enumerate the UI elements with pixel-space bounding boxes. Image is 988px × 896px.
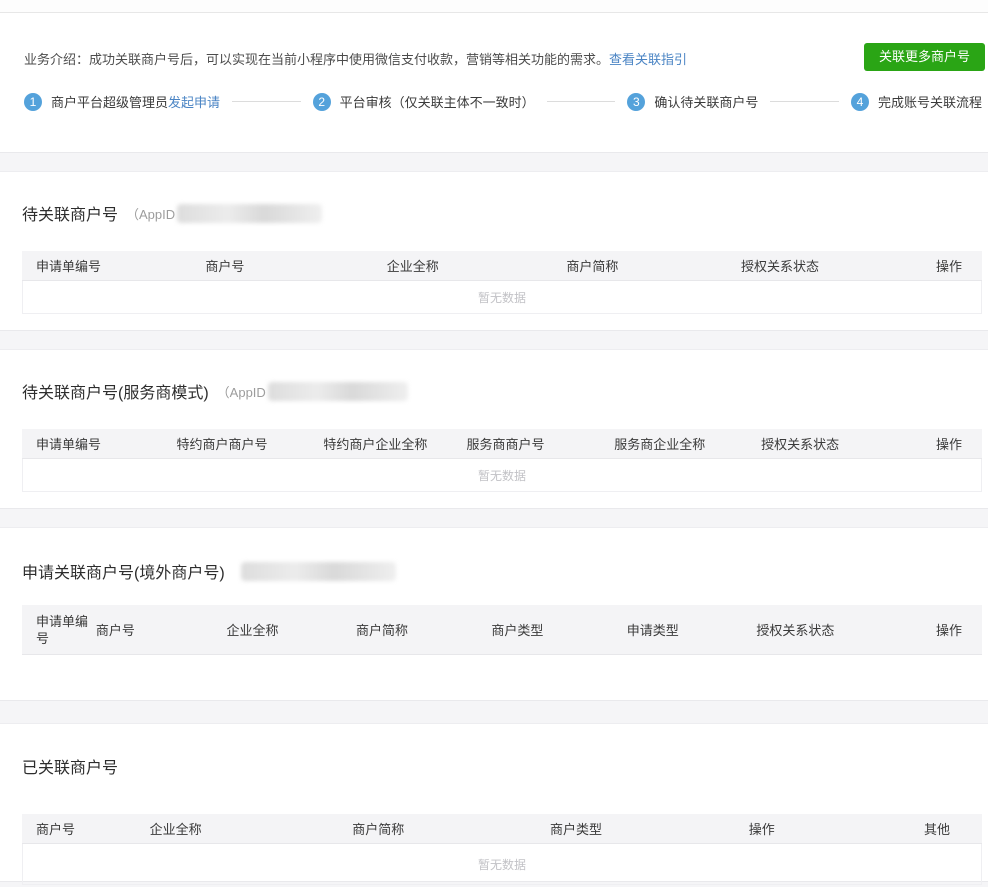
column-header: 企业全称 bbox=[149, 822, 202, 837]
column-header: 操作 bbox=[748, 822, 775, 837]
intro-card: 业务介绍：成功关联商户号后，可以实现在当前小程序中使用微信支付收款，营销等相关功… bbox=[0, 13, 988, 152]
column-header: 商户号 bbox=[95, 623, 135, 638]
column-header: 特约商户商户号 bbox=[176, 437, 268, 452]
business-intro-text: 业务介绍：成功关联商户号后，可以实现在当前小程序中使用微信支付收款，营销等相关功… bbox=[24, 52, 610, 67]
column-header: 授权关系状态 bbox=[761, 437, 840, 452]
step-4-label: 完成账号关联流程 bbox=[877, 95, 982, 110]
empty-state: 暂无数据 bbox=[22, 459, 982, 492]
column-header: 操作 bbox=[935, 259, 962, 274]
step-2: 2 平台审核（仅关联主体不一致时） bbox=[312, 92, 535, 111]
step-1: 1 商户平台超级管理员 发起申请 bbox=[24, 92, 220, 111]
step-connector bbox=[770, 101, 839, 102]
step-3-label: 确认待关联商户号 bbox=[654, 95, 759, 110]
column-header: 商户简称 bbox=[566, 259, 619, 274]
column-header: 申请单编号 bbox=[36, 259, 102, 274]
section-divider bbox=[0, 508, 988, 528]
column-header: 授权关系状态 bbox=[756, 623, 835, 638]
column-header: 申请单编号 bbox=[36, 437, 102, 452]
step-2-badge: 2 bbox=[312, 92, 331, 111]
table-header-row: 申请单编号 特约商户商户号 特约商户企业全称 服务商商户号 服务商企业全称 授权… bbox=[22, 429, 982, 459]
appid-prefix: （AppID bbox=[216, 384, 266, 400]
column-header: 操作 bbox=[935, 623, 962, 638]
column-header: 商户简称 bbox=[352, 822, 405, 837]
column-header: 特约商户企业全称 bbox=[323, 437, 428, 452]
step-3: 3 确认待关联商户号 bbox=[627, 92, 758, 111]
column-header: 商户类型 bbox=[549, 822, 602, 837]
column-header: 商户号 bbox=[205, 259, 245, 274]
column-header: 操作 bbox=[935, 437, 962, 452]
empty-state: 暂无数据 bbox=[22, 281, 982, 314]
step-1-label: 商户平台超级管理员 bbox=[51, 95, 169, 110]
section-title: 已关联商户号 bbox=[22, 760, 119, 777]
appid-prefix: （AppID bbox=[126, 206, 176, 222]
section-divider bbox=[0, 330, 988, 350]
column-header: 服务商商户号 bbox=[466, 437, 545, 452]
step-4: 4 完成账号关联流程 bbox=[850, 92, 982, 111]
business-intro: 业务介绍：成功关联商户号后，可以实现在当前小程序中使用微信支付收款，营销等相关功… bbox=[0, 13, 988, 69]
redacted-appid-blob bbox=[177, 203, 323, 223]
initiate-request-link[interactable]: 发起申请 bbox=[168, 92, 220, 111]
view-guide-link[interactable]: 查看关联指引 bbox=[609, 52, 687, 67]
associate-more-merchants-button[interactable]: 关联更多商户号 bbox=[863, 43, 985, 71]
column-header: 企业全称 bbox=[386, 259, 439, 274]
section-divider bbox=[0, 152, 988, 172]
column-header: 商户简称 bbox=[356, 623, 409, 638]
table-header-row: 申请单编号 商户号 企业全称 商户简称 授权关系状态 操作 bbox=[22, 251, 982, 281]
section-title: 待关联商户号(服务商模式) bbox=[22, 385, 209, 402]
column-header: 申请类型 bbox=[626, 623, 679, 638]
column-header: 商户号 bbox=[36, 822, 76, 837]
column-header: 服务商企业全称 bbox=[614, 437, 706, 452]
table-header-row: 申请单编号 商户号 企业全称 商户简称 商户类型 申请类型 授权关系状态 操作 bbox=[22, 605, 982, 655]
section-divider bbox=[0, 700, 988, 724]
pending-merchants-table: 申请单编号 商户号 企业全称 商户简称 授权关系状态 操作 暂无数据 bbox=[22, 251, 982, 314]
column-header: 企业全称 bbox=[226, 623, 279, 638]
column-header: 授权关系状态 bbox=[741, 259, 820, 274]
overseas-merchants-table: 申请单编号 商户号 企业全称 商户简称 商户类型 申请类型 授权关系状态 操作 bbox=[22, 605, 982, 655]
step-connector bbox=[546, 101, 616, 102]
section-title: 待关联商户号 bbox=[22, 207, 119, 224]
section-pending-merchants: 待关联商户号 （AppID 申请单编号 商户号 企业全称 商户简称 授权关系状态… bbox=[0, 172, 988, 330]
associated-merchants-table: 商户号 企业全称 商户简称 商户类型 操作 其他 暂无数据 bbox=[22, 814, 982, 885]
step-2-label: 平台审核（仅关联主体不一致时） bbox=[339, 95, 535, 110]
redacted-merchant-blob bbox=[240, 561, 396, 581]
section-associated-merchants: 已关联商户号 商户号 企业全称 商户简称 商户类型 操作 其他 暂无数据 bbox=[0, 724, 988, 885]
table-header-row: 商户号 企业全称 商户简称 商户类型 操作 其他 bbox=[22, 814, 982, 844]
top-edge-strip bbox=[0, 0, 988, 13]
progress-steps: 1 商户平台超级管理员 发起申请 2 平台审核（仅关联主体不一致时） 3 确认待关… bbox=[0, 92, 988, 111]
pending-sp-merchants-table: 申请单编号 特约商户商户号 特约商户企业全称 服务商商户号 服务商企业全称 授权… bbox=[22, 429, 982, 492]
section-title: 申请关联商户号(境外商户号) bbox=[22, 565, 225, 582]
column-header: 申请单编号 bbox=[36, 613, 89, 646]
section-pending-merchants-sp: 待关联商户号(服务商模式) （AppID 申请单编号 特约商户商户号 特约商户企… bbox=[0, 350, 988, 508]
column-header: 商户类型 bbox=[491, 623, 544, 638]
step-connector bbox=[232, 101, 301, 102]
step-3-badge: 3 bbox=[627, 92, 646, 111]
step-4-badge: 4 bbox=[850, 92, 869, 111]
empty-state: 暂无数据 bbox=[22, 844, 982, 885]
section-overseas-merchants: 申请关联商户号(境外商户号) 申请单编号 商户号 企业全称 商户简称 商户类型 … bbox=[0, 528, 988, 700]
column-header: 其他 bbox=[923, 822, 950, 837]
step-1-badge: 1 bbox=[24, 92, 42, 111]
redacted-appid-blob bbox=[267, 381, 408, 401]
